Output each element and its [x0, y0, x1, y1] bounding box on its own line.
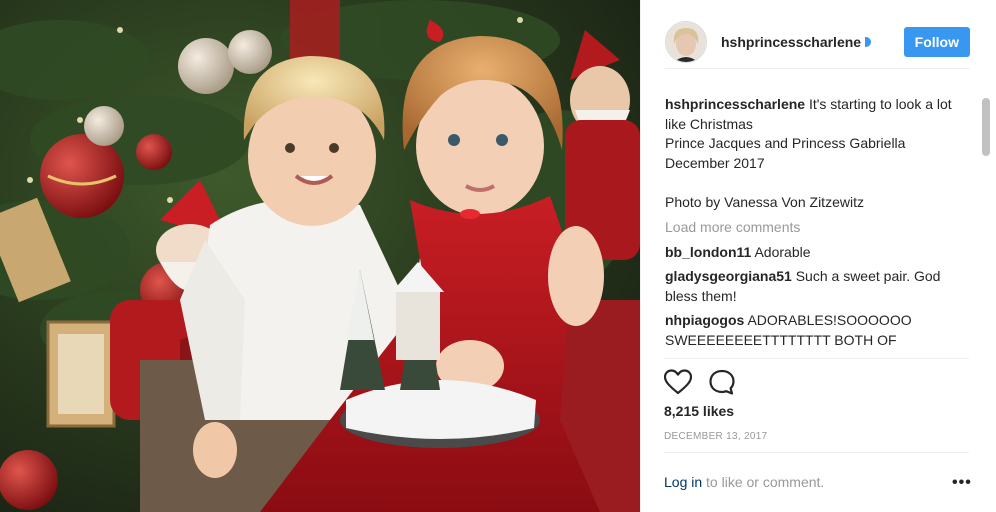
- post-date[interactable]: DECEMBER 13, 2017: [664, 431, 767, 442]
- login-prompt: Log in to like or comment.: [664, 474, 824, 490]
- likes-count[interactable]: 8,215 likes: [664, 403, 734, 419]
- comment-username[interactable]: gladysgeorgiana51: [665, 268, 792, 284]
- post-caption: hshprincesscharlene It's starting to loo…: [665, 95, 957, 212]
- follow-button[interactable]: Follow: [903, 27, 970, 57]
- list-item: bb_london11 Adorable: [665, 243, 957, 263]
- comments-scrollbar[interactable]: [982, 98, 990, 156]
- post-actions: [663, 369, 736, 397]
- comment-bubble-icon[interactable]: [708, 369, 736, 397]
- comment-username[interactable]: nhpiagogos: [665, 312, 744, 328]
- comment-username[interactable]: bb_london11: [665, 244, 751, 260]
- login-prompt-text: to like or comment.: [702, 474, 825, 490]
- divider: [664, 452, 969, 453]
- verified-badge-icon: [865, 37, 872, 47]
- comment-text: Adorable: [751, 243, 811, 260]
- username-link[interactable]: hshprincesscharlene: [721, 34, 861, 50]
- christmas-photo-illustration: [0, 0, 640, 512]
- divider: [664, 358, 969, 359]
- list-item: nhpiagogos ADORABLES!SOOOOOO SWEEEEEEEET…: [665, 311, 957, 350]
- heart-icon[interactable]: [663, 369, 693, 397]
- login-link[interactable]: Log in: [664, 474, 702, 490]
- list-item: gladysgeorgiana51 Such a sweet pair. God…: [665, 267, 957, 306]
- comments-list[interactable]: hshprincesscharlene It's starting to loo…: [665, 95, 957, 357]
- caption-username[interactable]: hshprincesscharlene: [665, 96, 805, 112]
- more-options-icon[interactable]: •••: [952, 474, 972, 492]
- avatar[interactable]: [665, 21, 707, 63]
- post-header: hshprincesscharlene Follow: [665, 16, 970, 69]
- avatar-image: [666, 22, 706, 62]
- load-more-comments-link[interactable]: Load more comments: [665, 218, 957, 238]
- post-photo[interactable]: [0, 0, 640, 512]
- caption-text: It's starting to look a lot like Christm…: [665, 96, 952, 210]
